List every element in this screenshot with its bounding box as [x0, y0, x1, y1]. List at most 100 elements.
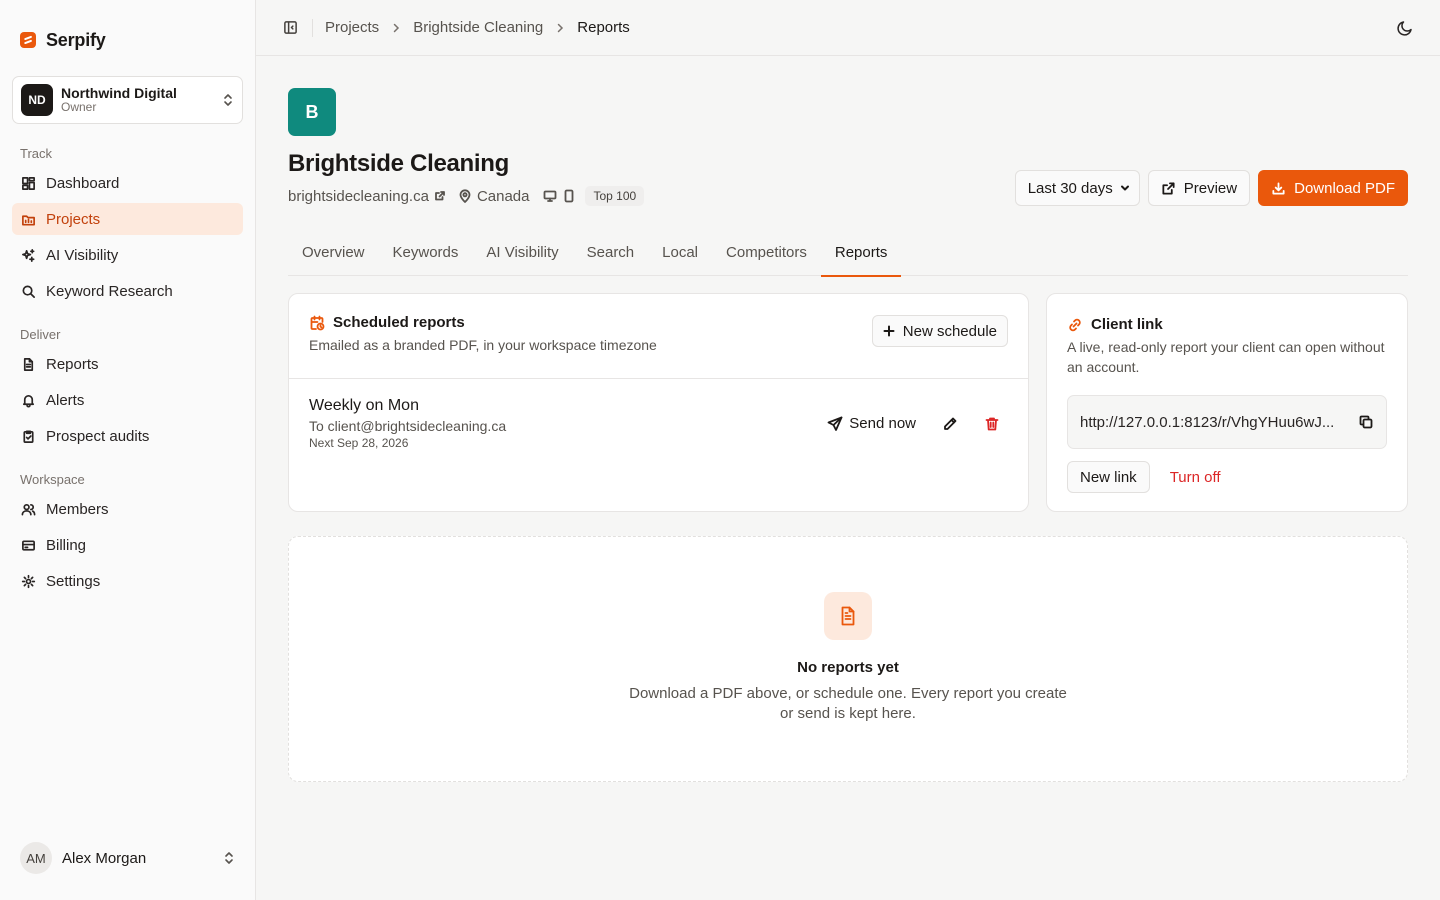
- project-meta: brightsidecleaning.ca Canada Top 100: [288, 186, 645, 206]
- header-actions: Last 30 days Preview Download PDF: [1014, 170, 1408, 206]
- project-domain: brightsidecleaning.ca: [288, 187, 429, 205]
- tab-search[interactable]: Search: [573, 232, 649, 272]
- preview-label: Preview: [1183, 179, 1238, 197]
- download-label: Download PDF: [1294, 179, 1395, 197]
- list-item: Weekly on Mon To client@brightsidecleani…: [289, 379, 1028, 468]
- empty-description: Download a PDF above, or schedule one. E…: [629, 685, 1067, 722]
- project-location-label: Canada: [476, 187, 530, 205]
- date-range-select[interactable]: Last 30 days: [1014, 170, 1140, 206]
- project-tabs: Overview Keywords AI Visibility Search L…: [288, 236, 1408, 277]
- chevron-down-icon: [1120, 185, 1129, 191]
- project-domain-link[interactable]: brightsidecleaning.ca: [288, 188, 446, 205]
- date-range-value: Last 30 days: [1027, 179, 1113, 197]
- breadcrumb-project[interactable]: Brightside Cleaning: [413, 19, 543, 36]
- client-link-card: Client link A live, read-only report you…: [1046, 293, 1408, 512]
- sparkle-icon: [20, 247, 36, 263]
- sidebar-item-reports[interactable]: Reports: [12, 348, 243, 380]
- sidebar-item-label: Alerts: [46, 391, 85, 409]
- topbar: Projects Brightside Cleaning Reports: [256, 0, 1440, 56]
- new-schedule-label: New schedule: [902, 322, 997, 340]
- schedule-recipient: To client@brightsidecleaning.ca: [309, 418, 507, 434]
- mobile-icon: [565, 189, 574, 203]
- main-content: Projects Brightside Cleaning Reports B B…: [256, 0, 1440, 900]
- workspace-switcher[interactable]: ND Northwind Digital Owner: [12, 76, 243, 124]
- copy-icon[interactable]: [1358, 414, 1374, 430]
- new-link-button[interactable]: New link: [1067, 461, 1150, 493]
- send-now-label: Send now: [849, 415, 916, 432]
- sidebar-item-billing[interactable]: Billing: [12, 529, 243, 561]
- preview-button[interactable]: Preview: [1147, 170, 1251, 206]
- breadcrumb-current: Reports: [577, 19, 630, 36]
- tab-reports[interactable]: Reports: [820, 232, 902, 277]
- sidebar-item-alerts[interactable]: Alerts: [12, 384, 243, 416]
- clipboard-icon: [20, 428, 36, 444]
- user-menu[interactable]: AM Alex Morgan: [12, 840, 243, 876]
- breadcrumb-projects[interactable]: Projects: [325, 19, 379, 36]
- client-link-field[interactable]: http://127.0.0.1:8123/r/VhgYHuu6wJ...: [1067, 395, 1387, 449]
- sidebar-item-ai-visibility[interactable]: AI Visibility: [12, 239, 243, 271]
- rank-tag: Top 100: [585, 186, 645, 206]
- reports-empty-state: No reports yet Download a PDF above, or …: [288, 536, 1408, 782]
- sidebar-item-members[interactable]: Members: [12, 493, 243, 525]
- sidebar-item-projects[interactable]: Projects: [12, 203, 243, 235]
- client-link-url[interactable]: http://127.0.0.1:8123/r/VhgYHuu6wJ...: [1080, 414, 1346, 431]
- bell-icon: [20, 392, 36, 408]
- sidebar-item-label: AI Visibility: [46, 246, 119, 264]
- search-icon: [20, 283, 36, 299]
- sidebar-item-settings[interactable]: Settings: [12, 565, 243, 597]
- external-link-icon: [435, 191, 445, 201]
- delete-schedule-button[interactable]: [976, 408, 1008, 440]
- sidebar-item-label: Members: [46, 500, 109, 518]
- map-pin-icon: [459, 189, 471, 203]
- nav-section-workspace: Workspace: [20, 472, 85, 487]
- empty-title: No reports yet: [797, 659, 899, 676]
- tab-overview[interactable]: Overview: [288, 232, 379, 272]
- sidebar-item-label: Billing: [46, 536, 87, 554]
- chevrons-up-down-icon: [223, 850, 235, 866]
- new-schedule-button[interactable]: New schedule: [871, 315, 1008, 347]
- tab-ai-visibility[interactable]: AI Visibility: [472, 232, 572, 272]
- divider: [312, 18, 313, 37]
- edit-schedule-button[interactable]: [934, 408, 966, 440]
- brand[interactable]: Serpify: [12, 0, 243, 80]
- sidebar: Serpify ND Northwind Digital Owner Track…: [0, 0, 256, 900]
- card-subtitle: Emailed as a branded PDF, in your worksp…: [309, 337, 657, 353]
- sidebar-item-dashboard[interactable]: Dashboard: [12, 167, 243, 199]
- page-content: B Brightside Cleaning brightsidecleaning…: [256, 56, 1440, 782]
- sidebar-item-label: Settings: [46, 572, 101, 590]
- moon-icon[interactable]: [1396, 19, 1414, 37]
- download-pdf-button[interactable]: Download PDF: [1258, 170, 1408, 206]
- tab-competitors[interactable]: Competitors: [712, 232, 821, 272]
- workspace-role: Owner: [61, 100, 97, 115]
- tab-keywords[interactable]: Keywords: [379, 232, 473, 272]
- chevron-right-icon: [393, 23, 400, 32]
- sidebar-item-keyword-research[interactable]: Keyword Research: [12, 275, 243, 307]
- serpify-logo-icon: [20, 32, 36, 48]
- credit-card-icon: [20, 537, 36, 553]
- chevrons-up-down-icon: [222, 92, 234, 108]
- turn-off-button[interactable]: Turn off: [1162, 469, 1229, 486]
- link-icon: [1069, 318, 1081, 331]
- send-icon: [827, 416, 843, 431]
- avatar: AM: [20, 842, 52, 874]
- sidebar-toggle-icon[interactable]: [282, 20, 298, 36]
- scheduled-reports-card: Scheduled reports Emailed as a branded P…: [288, 293, 1029, 512]
- gear-icon: [20, 573, 36, 589]
- dashboard-icon: [20, 175, 36, 191]
- send-now-button[interactable]: Send now: [819, 408, 924, 440]
- project-avatar: B: [288, 88, 336, 136]
- user-name: Alex Morgan: [62, 849, 147, 867]
- tab-local[interactable]: Local: [648, 232, 712, 272]
- sidebar-item-prospect-audits[interactable]: Prospect audits: [12, 420, 243, 452]
- card-subtitle: A live, read-only report your client can…: [1067, 339, 1385, 375]
- nav-section-track: Track: [20, 146, 53, 161]
- download-icon: [1272, 181, 1285, 195]
- plus-icon: [883, 325, 895, 337]
- card-title: Scheduled reports: [333, 314, 465, 331]
- document-icon: [824, 592, 872, 640]
- app: Serpify ND Northwind Digital Owner Track…: [0, 0, 1440, 900]
- calendar-clock-icon: [310, 315, 325, 330]
- workspace-name: Northwind Digital: [61, 85, 177, 102]
- chevron-right-icon: [558, 23, 564, 32]
- desktop-icon: [544, 190, 557, 202]
